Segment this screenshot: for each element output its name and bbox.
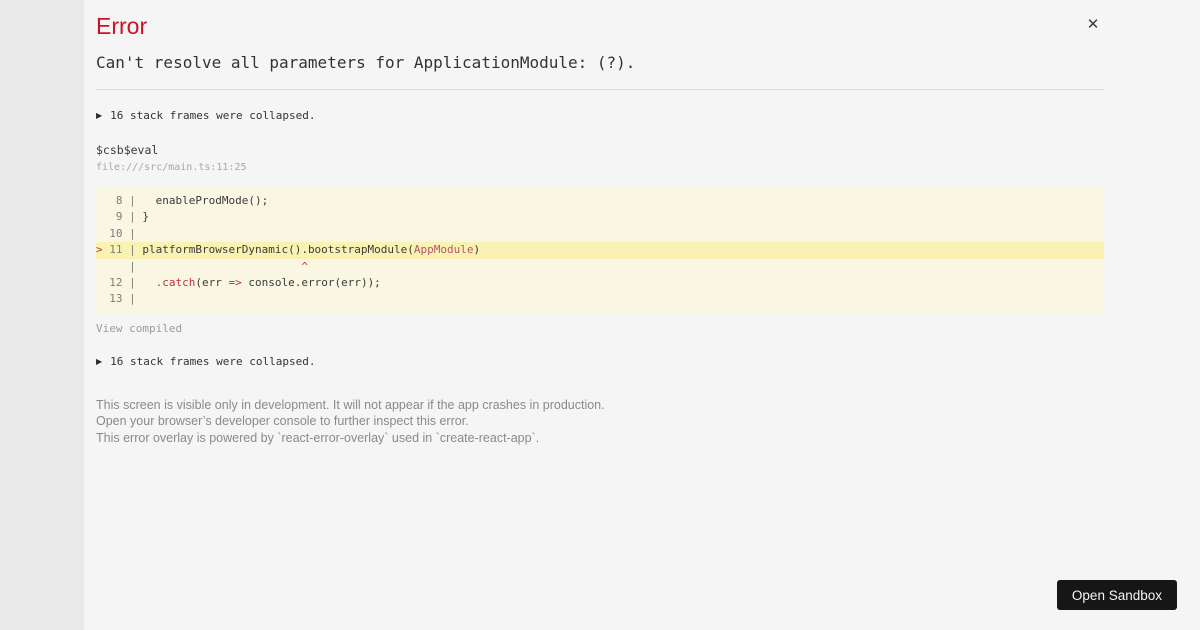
code-line: | ^ xyxy=(96,259,308,273)
code-line-highlighted: > 11 | platformBrowserDynamic().bootstra… xyxy=(96,242,1104,259)
footer-note-development: This screen is visible only in developme… xyxy=(96,397,605,412)
footer-note-powered-by: This error overlay is powered by `react-… xyxy=(96,430,540,445)
error-title: Error xyxy=(96,13,148,39)
code-line: 9 | } xyxy=(96,210,149,224)
error-message: Can't resolve all parameters for Applica… xyxy=(96,53,636,72)
error-overlay-content: Error Can't resolve all parameters for A… xyxy=(84,0,1104,446)
divider xyxy=(96,89,1104,90)
code-line: 12 | .catch(err => console.error(err)); xyxy=(96,275,381,289)
code-line: 13 | xyxy=(96,292,143,306)
code-line: 8 | enableProdMode(); xyxy=(96,194,269,207)
view-compiled-link[interactable]: View compiled xyxy=(96,322,1104,336)
stack-frames-toggle-bottom[interactable]: ▶ 16 stack frames were collapsed. xyxy=(96,355,1104,369)
stack-frames-collapsed-label: 16 stack frames were collapsed. xyxy=(110,109,316,122)
frame-function-name: $csb$eval xyxy=(96,143,159,157)
close-button[interactable]: ✕ xyxy=(1082,13,1104,35)
code-frame: 8 | enableProdMode(); 9 | } 10 | > 11 | … xyxy=(96,187,1104,314)
expand-arrow-icon: ▶ xyxy=(96,356,103,366)
expand-arrow-icon: ▶ xyxy=(96,111,103,120)
footer-note-console: Open your browser’s developer console to… xyxy=(96,414,469,429)
code-line: 10 | xyxy=(96,226,143,240)
stack-frames-toggle-top[interactable]: ▶ 16 stack frames were collapsed. xyxy=(96,109,1104,123)
error-overlay: Error Can't resolve all parameters for A… xyxy=(84,0,1200,630)
close-icon: ✕ xyxy=(1086,15,1100,33)
footer-notes: This screen is visible only in developme… xyxy=(96,397,1104,447)
stack-frames-collapsed-label: 16 stack frames were collapsed. xyxy=(110,354,316,368)
frame-file-location: file:///src/main.ts:11:25 xyxy=(96,162,247,173)
open-sandbox-button[interactable]: Open Sandbox xyxy=(1056,580,1177,610)
